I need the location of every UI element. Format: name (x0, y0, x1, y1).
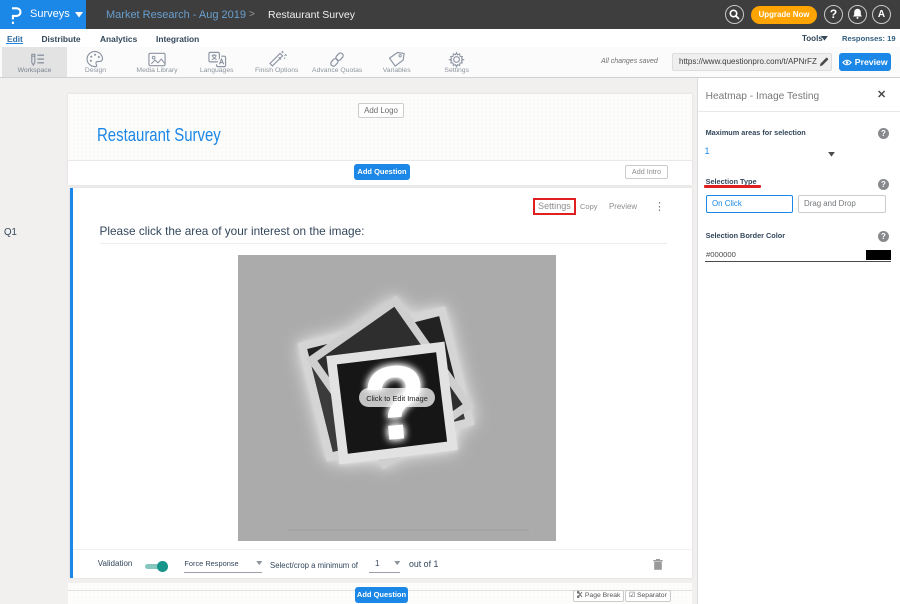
svg-text:Click to Edit Image: Click to Edit Image (366, 394, 428, 403)
